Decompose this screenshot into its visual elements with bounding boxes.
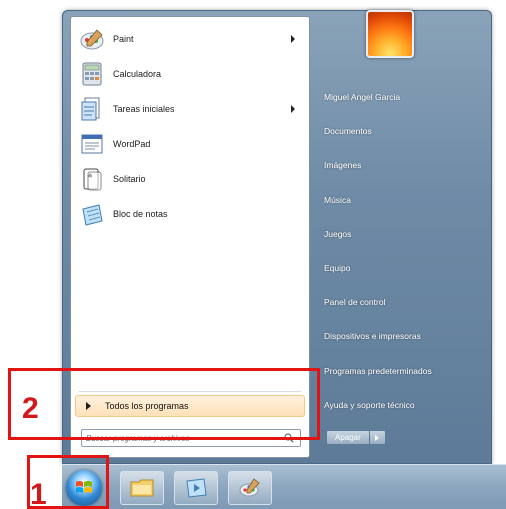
- chevron-right-icon: [375, 434, 380, 441]
- program-label: Calculadora: [113, 68, 162, 79]
- right-item-ayuda[interactable]: Ayuda y soporte técnico: [314, 388, 484, 422]
- taskbar-media-player-button[interactable]: [174, 471, 218, 505]
- right-pane: Miguel Angel Garcia Documentos Imágenes …: [314, 80, 484, 422]
- annotation-number-1: 1: [30, 478, 47, 509]
- program-item-wordpad[interactable]: WordPad: [71, 126, 309, 161]
- folder-icon: [130, 479, 154, 497]
- calculator-icon: [79, 61, 105, 87]
- program-label: Tareas iniciales: [113, 103, 175, 114]
- right-item-user[interactable]: Miguel Angel Garcia: [314, 80, 484, 114]
- program-label: Solitario: [113, 173, 146, 184]
- right-item-imagenes[interactable]: Imágenes: [314, 148, 484, 182]
- right-item-equipo[interactable]: Equipo: [314, 251, 484, 285]
- notepad-icon: [79, 201, 105, 227]
- program-label: Paint: [113, 33, 134, 44]
- screen: Paint Calculadora Tareas iniciales WordP…: [0, 0, 506, 509]
- annotation-number-2: 2: [22, 392, 39, 425]
- taskbar: [62, 464, 506, 509]
- shutdown-group: Apagar: [326, 430, 386, 445]
- submenu-arrow-icon: [291, 34, 295, 43]
- getting-started-icon: [79, 96, 105, 122]
- taskbar-explorer-button[interactable]: [120, 471, 164, 505]
- program-label: Bloc de notas: [113, 208, 168, 219]
- program-item-solitario[interactable]: ♠ Solitario: [71, 161, 309, 196]
- taskbar-paint-button[interactable]: [228, 471, 272, 505]
- right-item-juegos[interactable]: Juegos: [314, 217, 484, 251]
- submenu-arrow-icon: [291, 104, 295, 113]
- annotation-box-2: [8, 368, 320, 440]
- right-item-dispositivos[interactable]: Dispositivos e impresoras: [314, 319, 484, 353]
- right-item-documentos[interactable]: Documentos: [314, 114, 484, 148]
- program-list: Paint Calculadora Tareas iniciales WordP…: [71, 21, 309, 231]
- right-item-panel-de-control[interactable]: Panel de control: [314, 285, 484, 319]
- program-item-paint[interactable]: Paint: [71, 21, 309, 56]
- shutdown-button[interactable]: Apagar: [326, 430, 370, 445]
- media-player-icon: [186, 478, 207, 498]
- user-picture[interactable]: [366, 10, 414, 58]
- shutdown-options-button[interactable]: [369, 430, 386, 445]
- paint-icon: [239, 478, 260, 497]
- program-item-tareas-iniciales[interactable]: Tareas iniciales: [71, 91, 309, 126]
- right-item-programas-predeterminados[interactable]: Programas predeterminados: [314, 354, 484, 388]
- program-item-bloc-de-notas[interactable]: Bloc de notas: [71, 196, 309, 231]
- wordpad-icon: [79, 131, 105, 157]
- program-label: WordPad: [113, 138, 151, 149]
- right-item-musica[interactable]: Música: [314, 183, 484, 217]
- solitaire-icon: ♠: [79, 166, 105, 192]
- program-item-calculadora[interactable]: Calculadora: [71, 56, 309, 91]
- paint-icon: [79, 26, 105, 52]
